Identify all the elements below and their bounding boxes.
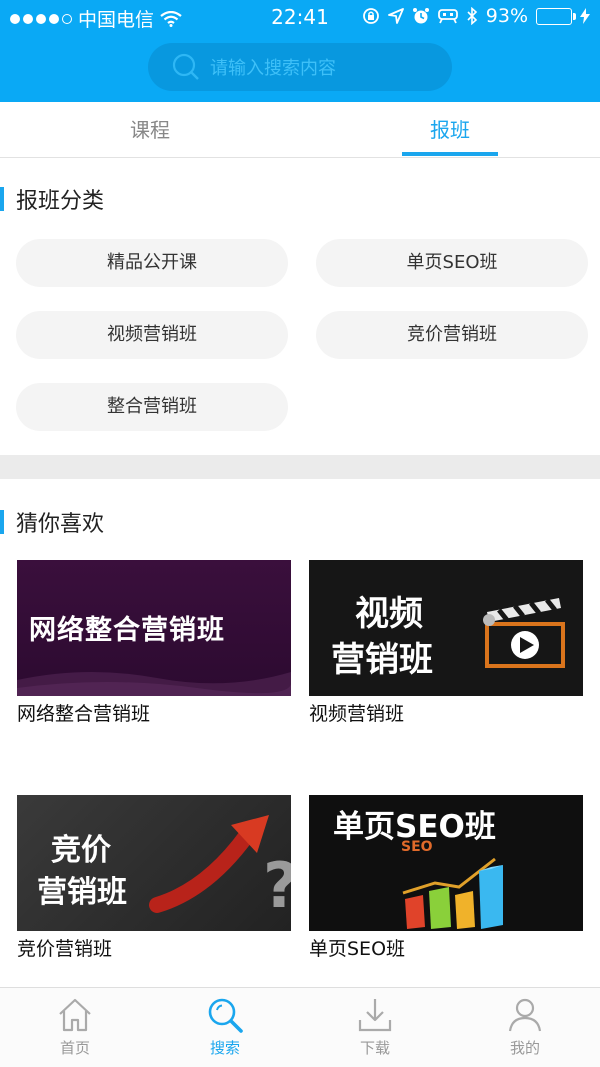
category-chip[interactable]: 单页SEO班 — [316, 239, 588, 287]
download-icon — [358, 999, 392, 1032]
charging-icon — [580, 8, 590, 24]
tabbar-item-mine[interactable]: 我的 — [450, 988, 600, 1067]
course-caption: 单页SEO班 — [309, 938, 406, 960]
tab-courses[interactable]: 课程 — [0, 102, 300, 158]
status-bar: 中国电信 22:41 93% — [0, 0, 600, 34]
course-card[interactable]: 网络整合营销班 网络整合营销班 — [17, 560, 291, 726]
rotation-lock-icon — [362, 8, 379, 24]
bluetooth-icon — [467, 7, 477, 25]
top-tabs: 课程 报班 — [0, 102, 600, 158]
search-icon — [172, 53, 199, 80]
banner-text: 视频 — [355, 594, 423, 634]
home-icon — [59, 998, 91, 1032]
tabbar-item-search[interactable]: 搜索 — [150, 988, 300, 1067]
tabbar-label: 我的 — [509, 1039, 540, 1057]
category-chip[interactable]: 视频营销班 — [16, 311, 288, 359]
battery-percent: 93% — [485, 5, 528, 27]
course-thumbnail: 视频 营销班 — [309, 560, 583, 696]
search-icon — [208, 998, 243, 1033]
banner-text: 营销班 — [331, 640, 433, 680]
section-divider — [0, 455, 600, 479]
categories-section-title: 报班分类 — [0, 184, 104, 214]
banner-text: 营销班 — [37, 875, 127, 910]
section-accent-bar — [0, 510, 4, 534]
course-caption: 竞价营销班 — [17, 938, 113, 960]
category-chip[interactable]: 整合营销班 — [16, 383, 288, 431]
tabbar-item-home[interactable]: 首页 — [0, 988, 150, 1067]
tabbar-label: 搜索 — [209, 1039, 240, 1057]
top-header: 中国电信 22:41 93% 请输入搜索内容 — [0, 0, 600, 102]
tabbar-item-download[interactable]: 下载 — [300, 988, 450, 1067]
tab-enroll[interactable]: 报班 — [300, 102, 600, 158]
user-icon — [508, 998, 542, 1032]
tabbar-label: 首页 — [59, 1039, 90, 1057]
course-card[interactable]: 视频 营销班 视频营销班 — [309, 560, 583, 726]
location-icon — [387, 8, 404, 24]
banner-text: 网络整合营销班 — [29, 615, 225, 646]
search-input[interactable]: 请输入搜索内容 — [148, 43, 452, 91]
recommend-section-title: 猜你喜欢 — [0, 507, 104, 537]
category-chip[interactable]: 精品公开课 — [16, 239, 288, 287]
recommend-title-text: 猜你喜欢 — [16, 512, 105, 537]
section-accent-bar — [0, 187, 4, 211]
category-chip[interactable]: 竞价营销班 — [316, 311, 588, 359]
svg-text:?: ? — [263, 849, 291, 922]
course-thumbnail: 网络整合营销班 — [17, 560, 291, 696]
cast-icon — [437, 9, 458, 24]
clapperboard-icon — [483, 598, 565, 668]
course-caption: 视频营销班 — [309, 703, 405, 725]
bar-chart-icon — [402, 857, 503, 929]
course-card[interactable]: 单页SEO班 SEO 单页SEO班 — [309, 795, 583, 961]
course-thumbnail: 单页SEO班 SEO — [309, 795, 583, 931]
course-caption: 网络整合营销班 — [17, 703, 151, 725]
bottom-tab-bar: 首页 搜索 下载 我的 — [0, 987, 600, 1067]
tab-active-indicator — [402, 152, 498, 156]
categories-title-text: 报班分类 — [16, 189, 105, 214]
search-placeholder: 请输入搜索内容 — [210, 58, 336, 79]
tabbar-label: 下载 — [359, 1039, 390, 1057]
banner-text: 竞价 — [51, 833, 111, 868]
battery-icon — [536, 7, 576, 25]
course-thumbnail: ? 竞价 营销班 — [17, 795, 291, 931]
alarm-icon — [412, 8, 429, 24]
course-card[interactable]: ? 竞价 营销班 竞价营销班 — [17, 795, 291, 961]
